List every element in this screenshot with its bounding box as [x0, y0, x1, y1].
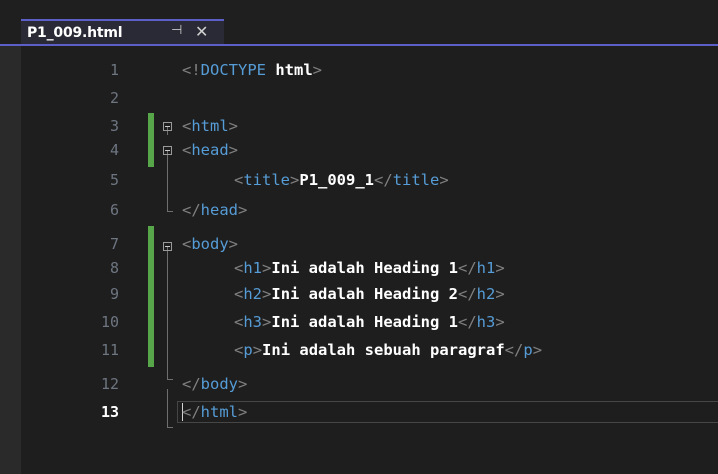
tab-title: P1_009.html	[27, 24, 123, 41]
tab-p1-009-html[interactable]: P1_009.html ⊣ ✕	[21, 19, 224, 44]
close-icon[interactable]: ✕	[195, 22, 208, 41]
code-text: <html>	[182, 117, 239, 135]
code-text: <h2>Ini adalah Heading 2</h2>	[234, 285, 505, 303]
line-number: 7	[109, 235, 119, 253]
code-text: </body>	[182, 375, 248, 393]
editor-window: P1_009.html ⊣ ✕ 1 <!DOCTYPE html> 2 3 <h…	[0, 0, 718, 474]
tab-bar: P1_009.html ⊣ ✕	[0, 0, 718, 44]
code-line[interactable]: 9 <h2>Ini adalah Heading 2</h2>	[21, 282, 718, 306]
outline-guide-end	[167, 427, 173, 428]
code-line[interactable]: 8 <h1>Ini adalah Heading 1</h1>	[21, 256, 718, 280]
line-number: 4	[109, 141, 119, 159]
code-text: </head>	[182, 201, 248, 219]
line-number: 10	[100, 313, 119, 331]
code-line[interactable]: 3 <html>	[21, 114, 718, 138]
line-number: 13	[100, 403, 119, 421]
code-line[interactable]: 10 <h3>Ini adalah Heading 1</h3>	[21, 310, 718, 334]
code-editor[interactable]: 1 <!DOCTYPE html> 2 3 <html> 4 <head> 5 …	[21, 46, 718, 474]
code-line[interactable]: 1 <!DOCTYPE html>	[21, 58, 718, 82]
line-number: 11	[100, 341, 119, 359]
line-number: 9	[109, 285, 119, 303]
code-text: <body>	[182, 235, 239, 253]
pin-icon[interactable]: ⊣	[171, 23, 182, 38]
code-line[interactable]: 12 </body>	[21, 372, 718, 396]
code-line[interactable]: 11 <p>Ini adalah sebuah paragraf</p>	[21, 338, 718, 362]
code-line[interactable]: 7 <body>	[21, 232, 718, 256]
line-number: 2	[109, 89, 119, 107]
line-number: 1	[109, 61, 119, 79]
code-text: <head>	[182, 141, 239, 159]
line-number: 12	[100, 375, 119, 393]
code-text: <title>P1_009_1</title>	[234, 171, 449, 189]
code-line-current[interactable]: 13 </html>	[21, 400, 718, 424]
code-text: <p>Ini adalah sebuah paragraf</p>	[234, 341, 543, 359]
code-text: <h1>Ini adalah Heading 1</h1>	[234, 259, 505, 277]
line-number: 8	[109, 259, 119, 277]
code-text: <!DOCTYPE html>	[182, 61, 323, 79]
line-number: 3	[109, 117, 119, 135]
line-number: 6	[109, 201, 119, 219]
code-text: </html>	[182, 403, 248, 421]
code-line[interactable]: 4 <head>	[21, 138, 718, 162]
code-line[interactable]: 2	[21, 86, 718, 110]
code-text: <h3>Ini adalah Heading 1</h3>	[234, 313, 505, 331]
code-line[interactable]: 6 </head>	[21, 198, 718, 222]
code-line[interactable]: 5 <title>P1_009_1</title>	[21, 168, 718, 192]
line-number: 5	[109, 171, 119, 189]
